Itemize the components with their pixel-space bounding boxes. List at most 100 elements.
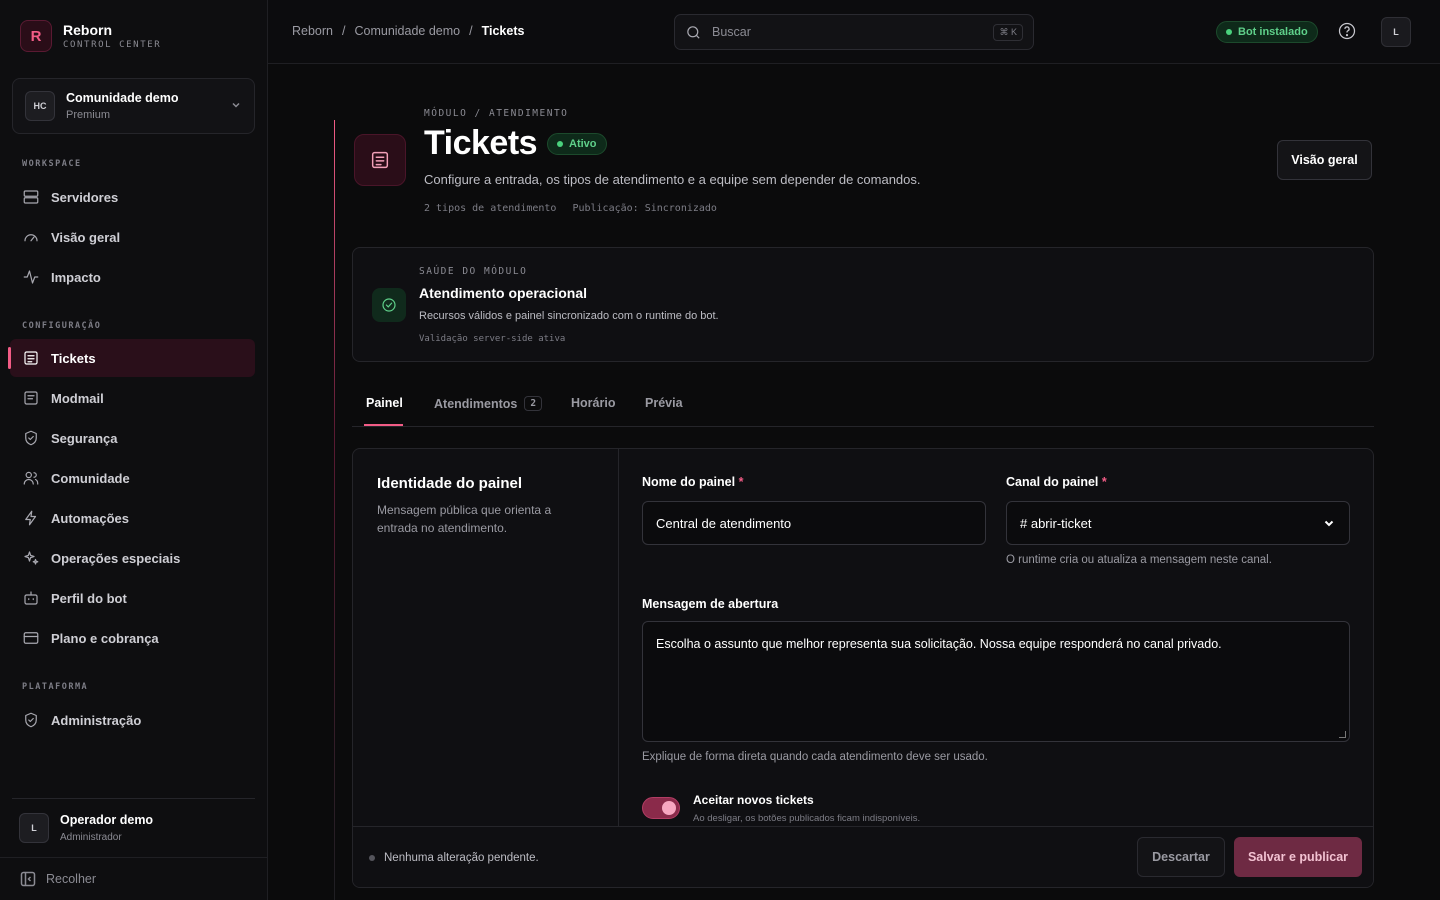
- textarea-value: Escolha o assunto que melhor representa …: [656, 637, 1222, 651]
- status-label: Ativo: [569, 138, 597, 150]
- sidebar-item-label: Perfil do bot: [51, 590, 127, 606]
- user-role: Administrador: [60, 831, 122, 843]
- tab-atendimentos[interactable]: Atendimentos 2: [434, 396, 543, 411]
- discard-button[interactable]: Descartar: [1137, 837, 1225, 877]
- breadcrumb-current: Tickets: [481, 24, 525, 38]
- pending-status: Nenhuma alteração pendente.: [369, 852, 539, 864]
- status-dot: [557, 141, 563, 147]
- sidebar-item-modmail[interactable]: Modmail: [10, 379, 255, 417]
- sidebar-item-servidores[interactable]: Servidores: [10, 178, 255, 216]
- select-value: # abrir-ticket: [1020, 515, 1092, 531]
- tab-label: Atendimentos: [434, 396, 518, 411]
- sidebar-item-visao-geral[interactable]: Visão geral: [10, 218, 255, 256]
- module-health-card: SAÚDE DO MÓDULO Atendimento operacional …: [352, 247, 1374, 362]
- help-icon[interactable]: [1337, 21, 1357, 41]
- toggle-hint: Ao desligar, os botões publicados ficam …: [693, 813, 921, 824]
- page-title: Tickets: [424, 124, 538, 162]
- sidebar-item-label: Automações: [51, 510, 130, 526]
- workspace-avatar: HC: [25, 91, 55, 121]
- status-badge: Ativo: [547, 133, 607, 155]
- tab-label: Prévia: [645, 396, 683, 410]
- user-avatar-button[interactable]: L: [1381, 17, 1411, 47]
- status-dot: [369, 855, 375, 861]
- sidebar-item-label: Modmail: [51, 390, 104, 406]
- ticket-icon: [371, 151, 389, 169]
- bot-icon: [24, 591, 38, 605]
- toggle-label: Aceitar novos tickets: [693, 793, 814, 807]
- panel-channel-label: Canal do painel *: [1006, 475, 1107, 489]
- tab-horario[interactable]: Horário: [571, 396, 615, 410]
- collapse-sidebar-button[interactable]: Recolher: [0, 857, 267, 900]
- sidebar-item-label: Segurança: [51, 430, 118, 446]
- sidebar-item-label: Operações especiais: [51, 550, 181, 566]
- tab-painel[interactable]: Painel: [366, 396, 403, 410]
- chevron-down-icon: [230, 99, 242, 114]
- search-icon: [687, 25, 700, 39]
- tab-label: Horário: [571, 396, 616, 410]
- breadcrumb-separator: /: [469, 24, 473, 38]
- sidebar-item-seguranca[interactable]: Segurança: [10, 419, 255, 457]
- workspace-switcher[interactable]: HC Comunidade demo Premium: [12, 78, 255, 134]
- tab-previa[interactable]: Prévia: [645, 396, 683, 410]
- section-label-plataforma: PLATAFORMA: [22, 682, 89, 692]
- chevron-down-icon: [1324, 520, 1334, 527]
- brand-name: Reborn: [63, 22, 112, 38]
- sidebar-collapse-icon: [20, 871, 36, 887]
- panel-section-description: Mensagem pública que orienta a entrada n…: [377, 503, 552, 535]
- channel-hint: O runtime cria ou atualiza a mensagem ne…: [1006, 554, 1272, 566]
- user-card[interactable]: L Operador demo Administrador: [12, 798, 255, 856]
- sidebar-item-administracao[interactable]: Administração: [10, 701, 255, 739]
- active-tab-indicator: [364, 424, 403, 426]
- meta-publish: Publicação: Sincronizado: [572, 203, 717, 214]
- ticket-icon: [24, 351, 38, 365]
- sidebar-item-plano-e-cobranca[interactable]: Plano e cobrança: [10, 619, 255, 657]
- required-mark: *: [1101, 475, 1107, 489]
- panel-intro: Identidade do painel Mensagem pública qu…: [353, 449, 619, 887]
- field-label-text: Nome do painel: [642, 475, 736, 489]
- input-value: Central de atendimento: [656, 515, 792, 531]
- sidebar-item-perfil-do-bot[interactable]: Perfil do bot: [10, 579, 255, 617]
- section-label-workspace: WORKSPACE: [22, 159, 82, 169]
- collapse-label: Recolher: [46, 872, 97, 886]
- page-description: Configure a entrada, os tipos de atendim…: [424, 172, 921, 187]
- tabs: Painel Atendimentos 2 Horário Prévia: [352, 384, 1374, 427]
- gauge-icon: [24, 234, 38, 242]
- field-label-text: Canal do painel: [1006, 475, 1099, 489]
- sidebar-item-tickets[interactable]: Tickets: [8, 339, 255, 377]
- sidebar-item-label: Administração: [51, 712, 142, 728]
- save-publish-button[interactable]: Salvar e publicar: [1234, 837, 1362, 877]
- opening-message-textarea[interactable]: Escolha o assunto que melhor representa …: [642, 621, 1350, 742]
- credit-card-icon: [23, 632, 39, 644]
- brand[interactable]: R Reborn CONTROL CENTER: [20, 20, 161, 52]
- resize-handle[interactable]: [1339, 731, 1346, 738]
- bot-status-badge: Bot instalado: [1216, 21, 1318, 43]
- status-dot: [1226, 29, 1232, 35]
- overview-button[interactable]: Visão geral: [1277, 140, 1372, 180]
- accept-tickets-toggle[interactable]: [642, 797, 680, 819]
- search-placeholder: Buscar: [712, 25, 751, 39]
- search-input[interactable]: Buscar ⌘ K: [674, 14, 1034, 50]
- toggle-knob: [662, 801, 676, 815]
- workspace-name: Comunidade demo: [66, 91, 179, 105]
- panel-channel-select[interactable]: # abrir-ticket: [1006, 501, 1350, 545]
- shield-icon: [25, 430, 37, 446]
- brand-subtitle: CONTROL CENTER: [63, 40, 162, 50]
- breadcrumb-item[interactable]: Reborn: [292, 24, 333, 38]
- sidebar-item-comunidade[interactable]: Comunidade: [10, 459, 255, 497]
- bot-status-label: Bot instalado: [1238, 26, 1308, 38]
- sidebar-item-automacoes[interactable]: Automações: [10, 499, 255, 537]
- activity-icon: [23, 270, 39, 284]
- sidebar-item-impacto[interactable]: Impacto: [10, 258, 255, 296]
- breadcrumb-item[interactable]: Comunidade demo: [354, 24, 460, 38]
- user-avatar: L: [19, 812, 49, 843]
- health-description: Recursos válidos e painel sincronizado c…: [419, 310, 719, 322]
- save-bar: Nenhuma alteração pendente. Descartar Sa…: [353, 826, 1373, 887]
- panel-name-input[interactable]: Central de atendimento: [642, 501, 986, 545]
- message-hint: Explique de forma direta quando cada ate…: [642, 751, 988, 763]
- sidebar-item-operacoes-especiais[interactable]: Operações especiais: [10, 539, 255, 577]
- sidebar-item-label: Comunidade: [51, 470, 130, 486]
- health-title: Atendimento operacional: [419, 285, 588, 301]
- breadcrumb-separator: /: [342, 24, 346, 38]
- search-shortcut: ⌘ K: [993, 23, 1023, 41]
- modmail-icon: [24, 391, 38, 405]
